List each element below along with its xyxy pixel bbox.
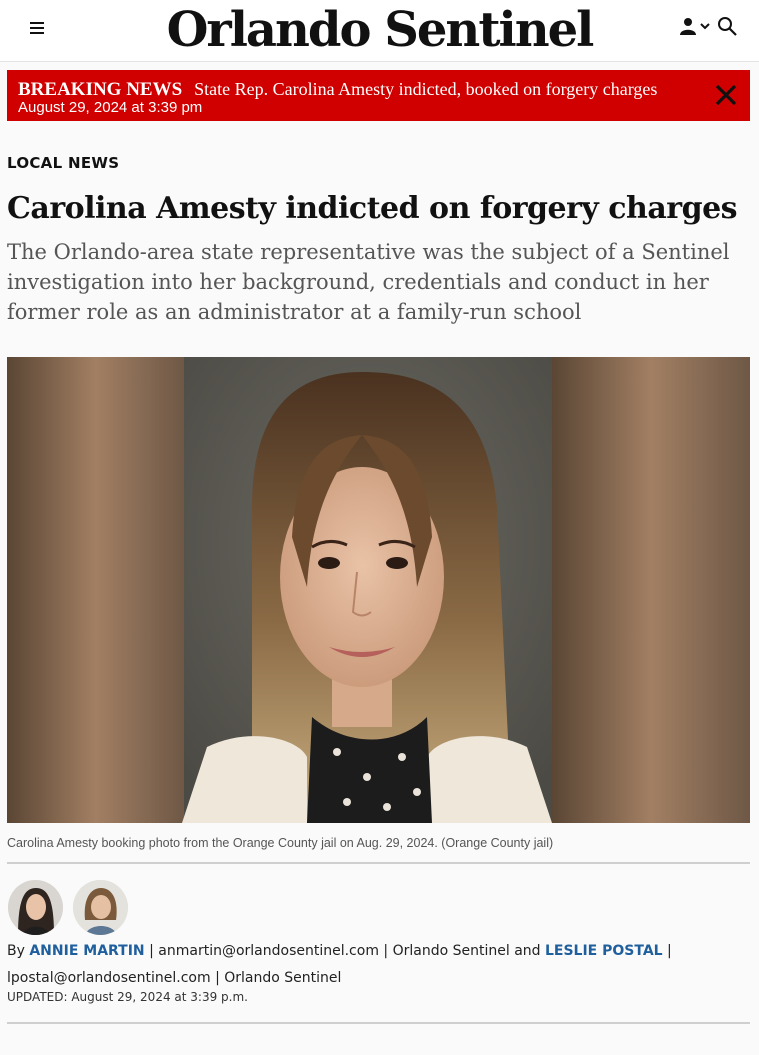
author-link-annie-martin[interactable]: ANNIE MARTIN	[29, 943, 144, 959]
byline-separator: |	[383, 943, 389, 959]
breaking-news-date: August 29, 2024 at 3:39 pm	[18, 99, 203, 116]
byline-separator: |	[149, 943, 154, 959]
author-avatar-leslie-postal[interactable]	[73, 880, 128, 935]
updated-timestamp: UPDATED: August 29, 2024 at 3:39 p.m.	[7, 990, 248, 1004]
byline: By ANNIE MARTIN | anmartin@orlandosentin…	[7, 938, 752, 992]
author-avatar-annie-martin[interactable]	[8, 880, 63, 935]
divider	[7, 862, 750, 864]
author-email-leslie-postal[interactable]: lpostal@orlandosentinel.com	[7, 970, 211, 986]
article-dek: The Orlando-area state representative wa…	[7, 240, 730, 324]
chevron-down-icon[interactable]	[699, 21, 711, 31]
author-org: Orlando Sentinel	[224, 970, 342, 986]
author-org: Orlando Sentinel and	[392, 943, 541, 959]
site-header: Orlando Sentinel	[0, 0, 759, 62]
search-icon[interactable]	[717, 16, 737, 36]
breaking-news-headline[interactable]: State Rep. Carolina Amesty indicted, boo…	[194, 79, 657, 99]
close-icon[interactable]	[714, 83, 738, 107]
byline-separator: |	[215, 970, 220, 986]
byline-prefix: By	[7, 943, 25, 959]
section-label[interactable]: LOCAL NEWS	[7, 154, 119, 172]
breaking-news-label: BREAKING NEWS	[18, 79, 183, 100]
user-icon[interactable]	[679, 17, 697, 35]
booking-photo[interactable]	[7, 357, 750, 823]
author-link-leslie-postal[interactable]: LESLIE POSTAL	[545, 943, 663, 959]
masthead-logo[interactable]: Orlando Sentinel	[0, 2, 759, 58]
photo-caption: Carolina Amesty booking photo from the O…	[7, 836, 554, 850]
breaking-news-banner[interactable]: BREAKING NEWS State Rep. Carolina Amesty …	[7, 70, 750, 121]
divider	[7, 1022, 750, 1024]
article-headline: Carolina Amesty indicted on forgery char…	[7, 191, 738, 226]
author-email-annie-martin[interactable]: anmartin@orlandosentinel.com	[158, 943, 379, 959]
byline-separator: |	[667, 943, 672, 959]
